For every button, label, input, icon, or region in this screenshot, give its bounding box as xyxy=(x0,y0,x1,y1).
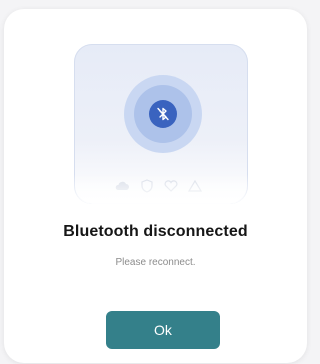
ok-button[interactable]: Ok xyxy=(106,311,220,349)
bluetooth-disabled-icon xyxy=(149,100,177,128)
heart-icon xyxy=(164,180,178,192)
bluetooth-illustration xyxy=(74,44,248,204)
dialog-title: Bluetooth disconnected xyxy=(63,223,248,240)
triangle-icon xyxy=(188,180,202,192)
halo-outer-ring xyxy=(124,75,202,153)
cloud-icon xyxy=(114,180,130,192)
halo-inner-ring xyxy=(134,85,192,143)
background-icons xyxy=(114,179,214,193)
shield-icon xyxy=(140,179,154,193)
bluetooth-dialog: Bluetooth disconnected Please reconnect.… xyxy=(4,9,307,363)
dialog-message: Please reconnect. xyxy=(115,257,196,268)
